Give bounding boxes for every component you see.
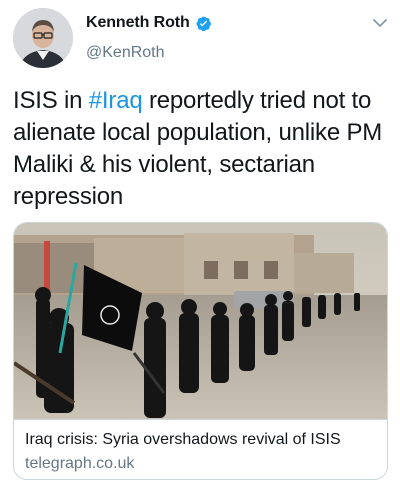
tweet-text: ISIS in #Iraq reportedly tried not to al…	[13, 85, 393, 213]
avatar[interactable]	[13, 8, 73, 68]
author-row: Kenneth Roth	[86, 14, 212, 32]
card-domain[interactable]: telegraph.co.uk	[25, 455, 134, 473]
author-name[interactable]: Kenneth Roth	[86, 14, 190, 32]
card-title[interactable]: Iraq crisis: Syria overshadows revival o…	[25, 431, 341, 449]
tweet: Kenneth Roth @KenRoth ISIS in #Iraq repo…	[0, 0, 400, 487]
author-handle[interactable]: @KenRoth	[86, 44, 165, 62]
avatar-image	[13, 8, 73, 68]
card-divider	[14, 419, 387, 420]
link-card[interactable]: Iraq crisis: Syria overshadows revival o…	[13, 222, 388, 480]
card-image	[14, 223, 387, 419]
tweet-text-part: ISIS in	[13, 87, 89, 114]
verified-badge-icon	[195, 15, 212, 32]
chevron-down-icon[interactable]	[372, 16, 388, 28]
hashtag-link[interactable]: #Iraq	[89, 87, 143, 114]
